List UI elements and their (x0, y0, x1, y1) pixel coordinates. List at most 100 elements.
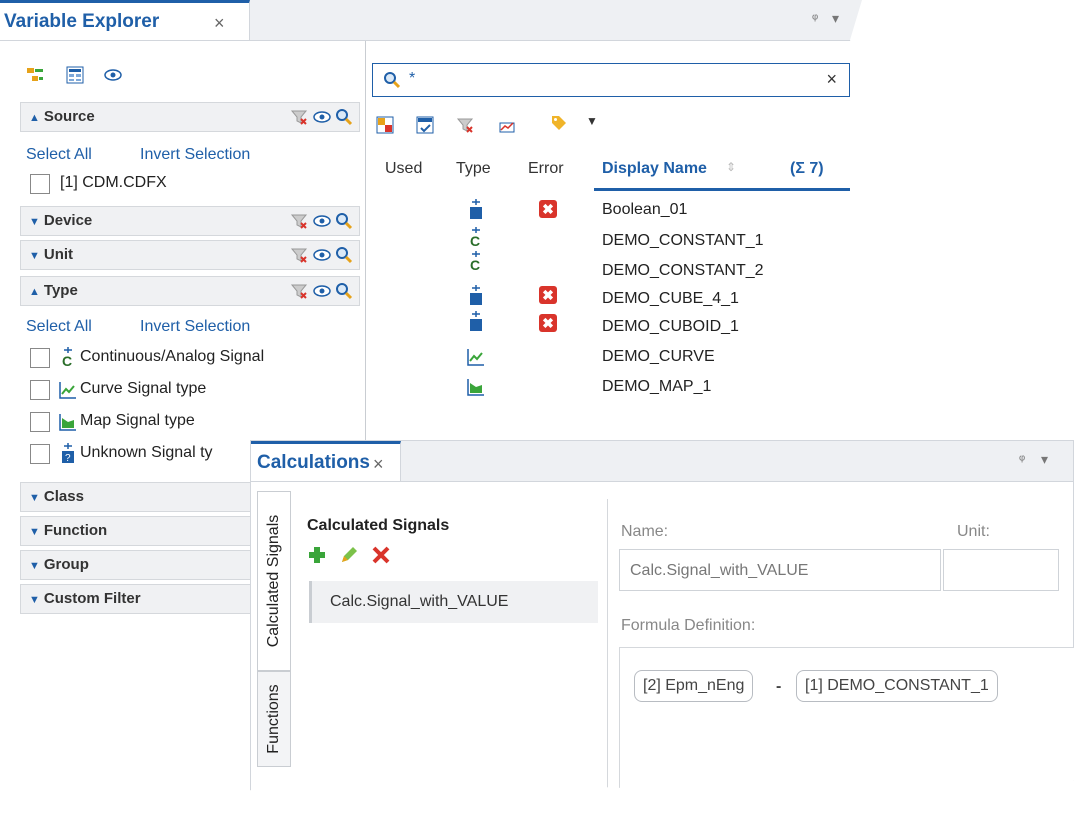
source-select-all-link[interactable]: Select All (26, 146, 92, 164)
formula-operand-chip[interactable]: [2] Epm_nEng (634, 670, 754, 702)
variable-row-name[interactable]: DEMO_CONSTANT_2 (602, 262, 764, 280)
source-item-label: [1] CDM.CDFX (60, 174, 167, 191)
table-select-icon[interactable] (416, 116, 434, 134)
tab-functions[interactable]: Functions (257, 671, 291, 767)
chevron-down-icon: ▼ (29, 560, 40, 572)
unit-field[interactable] (943, 549, 1059, 591)
continuous-signal-icon: C (470, 251, 480, 272)
tag-icon[interactable] (550, 114, 568, 132)
panel-menu-icon[interactable]: ▾ (1041, 451, 1054, 468)
variable-row-name[interactable]: DEMO_CONSTANT_1 (602, 232, 764, 250)
map-signal-icon (59, 414, 76, 431)
eye-icon[interactable] (312, 212, 331, 230)
chevron-down-icon: ▼ (29, 492, 40, 504)
formula-editor[interactable]: [2] Epm_nEng - [1] DEMO_CONSTANT_1 (619, 647, 1074, 815)
search-icon[interactable] (335, 212, 353, 230)
search-icon[interactable] (335, 108, 353, 126)
section-function-label: Function (43, 522, 108, 539)
calculations-title: Calculations (257, 452, 370, 473)
grid-view-icon[interactable] (66, 66, 84, 84)
type-invert-selection-link[interactable]: Invert Selection (140, 318, 250, 336)
column-error[interactable]: Error (528, 160, 564, 178)
section-tools (290, 282, 353, 305)
type-item-label: Map Signal type (80, 412, 195, 429)
eye-icon[interactable] (312, 108, 331, 126)
source-invert-selection-link[interactable]: Invert Selection (140, 146, 250, 164)
pin-icon[interactable]: ᵠ (1019, 451, 1031, 467)
tab-variable-explorer[interactable]: Variable Explorer × (0, 0, 250, 40)
type-select-all-link[interactable]: Select All (26, 318, 92, 336)
filter-clear-icon[interactable] (290, 212, 308, 230)
type-item-label: Curve Signal type (80, 380, 207, 397)
chevron-down-icon: ▼ (29, 250, 40, 262)
table-columns-icon[interactable] (376, 116, 394, 134)
filter-clear-icon[interactable] (290, 246, 308, 264)
tab-functions-label: Functions (265, 684, 282, 754)
chevron-down-icon: ▼ (29, 216, 40, 228)
variable-row-name[interactable]: DEMO_MAP_1 (602, 378, 711, 396)
search-input[interactable]: * × (372, 63, 850, 97)
calculated-signals-heading: Calculated Signals (307, 517, 450, 534)
section-custom-filter-label: Custom Filter (43, 590, 141, 607)
variable-row-name[interactable]: DEMO_CUBOID_1 (602, 318, 739, 336)
section-class-label: Class (43, 488, 84, 505)
section-tools (290, 246, 353, 269)
edit-icon[interactable] (339, 545, 359, 565)
filter-clear-icon[interactable] (290, 282, 308, 300)
tab-calculations[interactable]: Calculations × (251, 441, 401, 481)
clear-search-icon[interactable]: × (826, 69, 837, 90)
formula-operand-chip[interactable]: [1] DEMO_CONSTANT_1 (796, 670, 998, 702)
variable-row-name[interactable]: DEMO_CUBE_4_1 (602, 290, 739, 308)
tab-calculated-signals[interactable]: Calculated Signals (257, 491, 291, 671)
variable-explorer-title: Variable Explorer (4, 11, 160, 32)
checkbox[interactable] (30, 174, 50, 194)
search-icon[interactable] (335, 282, 353, 300)
type-item-label: Unknown Signal ty (80, 444, 213, 461)
section-group-label: Group (43, 556, 89, 573)
search-icon[interactable] (335, 246, 353, 264)
column-type[interactable]: Type (456, 160, 491, 178)
tag-dropdown-icon[interactable]: ▼ (586, 114, 598, 128)
add-icon[interactable] (307, 545, 327, 565)
formula-definition-label: Formula Definition: (621, 617, 756, 634)
variable-row-name[interactable]: Boolean_01 (602, 201, 687, 219)
checkbox[interactable] (30, 444, 50, 464)
error-icon: ✖ (539, 200, 557, 218)
chevron-down-icon: ▼ (29, 526, 40, 538)
column-display-name[interactable]: Display Name (602, 160, 707, 178)
svg-text:C: C (470, 233, 480, 248)
eye-icon[interactable] (312, 246, 331, 264)
close-icon[interactable]: × (373, 454, 384, 475)
pin-icon[interactable]: ᵠ (812, 10, 824, 26)
calculated-signal-label: Calc.Signal_with_VALUE (330, 593, 509, 610)
calculated-signal-item[interactable]: Calc.Signal_with_VALUE (309, 581, 598, 623)
section-type[interactable]: ▲ Type (20, 276, 360, 306)
checkbox[interactable] (30, 348, 50, 368)
close-icon[interactable]: × (214, 13, 225, 34)
map-signal-icon (467, 379, 484, 396)
calculations-panel: Calculations × ᵠ ▾ Calculated Signals Fu… (250, 440, 1074, 815)
name-field[interactable]: Calc.Signal_with_VALUE (619, 549, 941, 591)
sort-icon[interactable]: ⇕ (726, 160, 736, 174)
unknown-signal-icon (470, 285, 482, 305)
checkbox[interactable] (30, 380, 50, 400)
section-device-label: Device (43, 212, 93, 229)
column-used[interactable]: Used (385, 160, 422, 178)
checkbox[interactable] (30, 412, 50, 432)
eye-icon[interactable] (312, 282, 331, 300)
section-source[interactable]: ▲ Source (20, 102, 360, 132)
filter-clear-icon[interactable] (290, 108, 308, 126)
sorted-column-indicator (594, 188, 850, 191)
filter-clear-icon[interactable] (456, 116, 474, 134)
section-tools (290, 108, 353, 131)
chart-icon[interactable] (498, 118, 516, 136)
variable-row-name[interactable]: DEMO_CURVE (602, 348, 715, 366)
section-device[interactable]: ▼ Device (20, 206, 360, 236)
row-count: (Σ 7) (790, 160, 824, 177)
name-label: Name: (621, 523, 669, 540)
section-unit[interactable]: ▼ Unit (20, 240, 360, 270)
tree-view-icon[interactable] (26, 66, 44, 84)
delete-icon[interactable] (371, 545, 391, 565)
panel-menu-icon[interactable]: ▾ (832, 10, 845, 27)
eye-icon[interactable] (104, 66, 122, 84)
